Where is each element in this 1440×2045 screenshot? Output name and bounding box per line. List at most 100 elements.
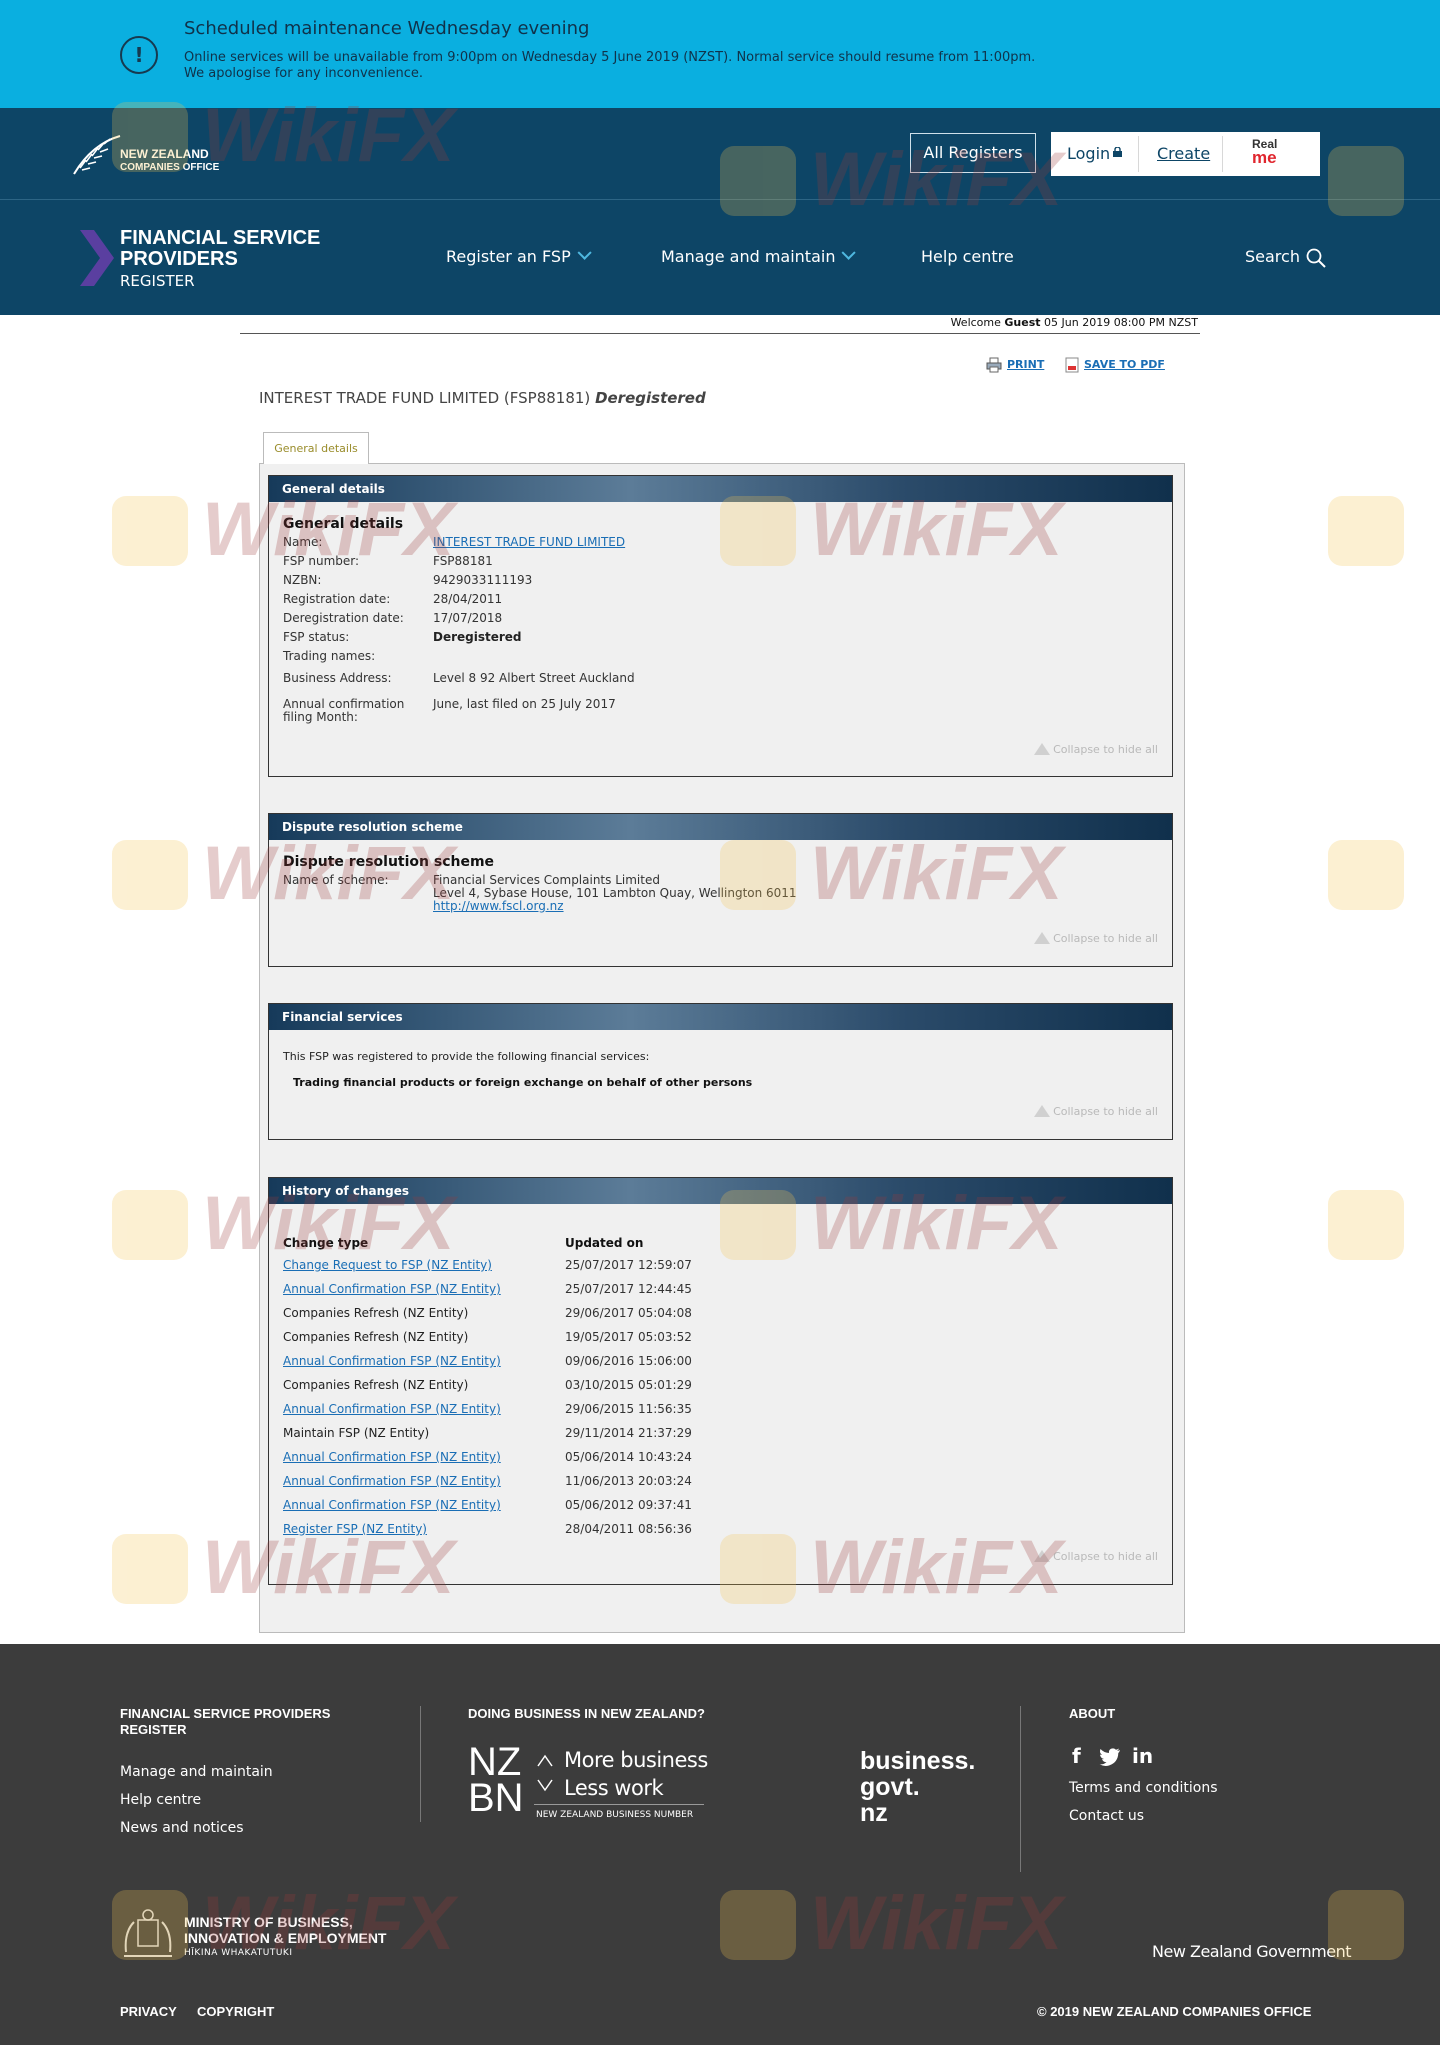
change-type-link[interactable]: Annual Confirmation FSP (NZ Entity): [283, 1450, 501, 1464]
change-type-link[interactable]: Change Request to FSP (NZ Entity): [283, 1258, 492, 1272]
footer-link-terms[interactable]: Terms and conditions: [1069, 1780, 1218, 1796]
nzbn-mark: NZ BN: [468, 1740, 524, 1820]
create-link[interactable]: Create: [1157, 144, 1210, 163]
updated-on-value: 29/06/2015 11:56:35: [565, 1402, 692, 1416]
collapse-button[interactable]: Collapse to hide all: [1034, 932, 1158, 945]
scheme-address: Level 4, Sybase House, 101 Lambton Quay,…: [433, 886, 797, 900]
triangle-up-icon: [1034, 743, 1051, 755]
nav-manage-maintain[interactable]: Manage and maintain: [661, 245, 857, 266]
footer-link-news[interactable]: News and notices: [120, 1820, 244, 1836]
field-row-annual-confirmation: Annual confirmation filing Month: June, l…: [269, 698, 1172, 728]
change-type-link[interactable]: Annual Confirmation FSP (NZ Entity): [283, 1282, 501, 1296]
field-value: Deregistered: [433, 630, 522, 644]
updated-on-value: 25/07/2017 12:44:45: [565, 1282, 692, 1296]
change-type-link[interactable]: Annual Confirmation FSP (NZ Entity): [283, 1354, 501, 1368]
twitter-icon[interactable]: [1099, 1748, 1121, 1766]
printer-icon[interactable]: [986, 357, 1002, 373]
entity-name-link[interactable]: INTEREST TRADE FUND LIMITED: [433, 536, 625, 549]
nzbn-caption: NEW ZEALAND BUSINESS NUMBER: [536, 1810, 694, 1820]
field-label: NZBN:: [283, 573, 322, 587]
collapse-label: Collapse to hide all: [1053, 1550, 1158, 1563]
history-row: Annual Confirmation FSP (NZ Entity) 05/06…: [283, 1498, 783, 1522]
label-line1: Annual confirmation: [283, 697, 405, 711]
financial-services-section: Financial services This FSP was register…: [268, 1003, 1173, 1140]
banner-title: Scheduled maintenance Wednesday evening: [184, 18, 590, 39]
business-govt-nz-logo[interactable]: business. govt. nz: [860, 1748, 975, 1826]
divider: [1138, 136, 1139, 172]
section-header: Dispute resolution scheme: [269, 814, 1172, 840]
services-intro: This FSP was registered to provide the f…: [283, 1050, 650, 1063]
bgn-line3: nz: [860, 1799, 888, 1827]
change-type-text: Companies Refresh (NZ Entity): [283, 1330, 469, 1344]
welcome-bar: Welcome Guest 05 Jun 2019 08:00 PM NZST: [240, 316, 1200, 334]
linkedin-icon[interactable]: in: [1132, 1744, 1153, 1768]
field-label: Business Address:: [283, 671, 392, 685]
fern-logo-icon[interactable]: [72, 134, 122, 178]
nzbn-logo[interactable]: NZ BN More business Less work NEW ZEALAND…: [468, 1742, 708, 1828]
privacy-link[interactable]: PRIVACY: [120, 2004, 177, 2019]
coat-of-arms-icon: [124, 1909, 172, 1957]
bgn-line2: govt.: [860, 1773, 920, 1801]
field-label: Deregistration date:: [283, 611, 404, 625]
print-link[interactable]: PRINT: [1007, 358, 1044, 371]
copyright-link[interactable]: COPYRIGHT: [197, 2004, 274, 2019]
collapse-button[interactable]: Collapse to hide all: [1034, 1105, 1158, 1118]
login-link[interactable]: Login: [1067, 144, 1110, 163]
change-type-link[interactable]: Annual Confirmation FSP (NZ Entity): [283, 1498, 501, 1512]
section-header: Financial services: [269, 1004, 1172, 1030]
footer-business-title: DOING BUSINESS IN NEW ZEALAND?: [468, 1706, 705, 1721]
updated-on-value: 11/06/2013 20:03:24: [565, 1474, 692, 1488]
history-row: Register FSP (NZ Entity) 28/04/2011 08:56…: [283, 1522, 783, 1546]
scheme-website-link[interactable]: http://www.fscl.org.nz: [433, 899, 564, 913]
change-type-link[interactable]: Annual Confirmation FSP (NZ Entity): [283, 1474, 501, 1488]
history-row: Companies Refresh (NZ Entity) 03/10/2015 …: [283, 1378, 783, 1402]
watermark-logo-icon: [1328, 1190, 1404, 1260]
field-label: Trading names:: [283, 649, 376, 663]
nz-government-logo[interactable]: New Zealand Government: [1152, 1942, 1352, 1961]
banner-message: Online services will be unavailable from…: [184, 50, 1036, 65]
companies-office-logo[interactable]: NEW ZEALAND COMPANIES OFFICE: [120, 148, 219, 174]
change-type-link[interactable]: Annual Confirmation FSP (NZ Entity): [283, 1402, 501, 1416]
mbie-logo[interactable]: MINISTRY OF BUSINESS, INNOVATION & EMPLO…: [184, 1914, 386, 1946]
nav-search[interactable]: Search: [1245, 247, 1300, 266]
copyright-notice: © 2019 NEW ZEALAND COMPANIES OFFICE: [1037, 2004, 1312, 2019]
tab-general-details[interactable]: General details: [263, 432, 369, 464]
section-subheader: Dispute resolution scheme: [283, 854, 495, 870]
triangle-up-icon: [1034, 1105, 1051, 1117]
site-title-line1: FINANCIAL SERVICE: [120, 227, 321, 249]
nav-register-fsp[interactable]: Register an FSP: [446, 245, 592, 266]
collapse-button[interactable]: Collapse to hide all: [1034, 1550, 1158, 1563]
section-header: History of changes: [269, 1178, 1172, 1204]
collapse-label: Collapse to hide all: [1053, 1105, 1158, 1118]
history-row: Maintain FSP (NZ Entity) 29/11/2014 21:37…: [283, 1426, 783, 1450]
search-icon[interactable]: [1306, 248, 1326, 268]
realme-logo-icon[interactable]: Real me: [1252, 138, 1292, 170]
collapse-label: Collapse to hide all: [1053, 932, 1158, 945]
facebook-icon[interactable]: f: [1072, 1744, 1081, 1768]
field-label: Name of scheme:: [283, 873, 389, 887]
scheme-details: Financial Services Complaints Limited Le…: [433, 874, 797, 913]
save-to-pdf-link[interactable]: SAVE TO PDF: [1084, 358, 1165, 371]
column-header-change-type: Change type: [283, 1236, 369, 1250]
chevron-down-icon: [841, 245, 857, 260]
change-type-link[interactable]: Register FSP (NZ Entity): [283, 1522, 427, 1536]
all-registers-button[interactable]: All Registers: [910, 133, 1036, 173]
page-title: INTEREST TRADE FUND LIMITED (FSP88181) D…: [259, 389, 706, 407]
history-row: Annual Confirmation FSP (NZ Entity) 05/06…: [283, 1450, 783, 1474]
entity-name: INTEREST TRADE FUND LIMITED (FSP88181): [259, 389, 591, 407]
watermark: [1328, 830, 1440, 930]
chevron-logo-icon: [80, 230, 114, 286]
bgn-line1: business.: [860, 1747, 976, 1775]
footer-link-contact[interactable]: Contact us: [1069, 1808, 1144, 1824]
field-row-registration-date: Registration date: 28/04/2011: [269, 593, 1172, 612]
watermark: [1328, 486, 1440, 586]
site-title[interactable]: FINANCIAL SERVICE PROVIDERS: [120, 228, 320, 270]
nav-help-centre[interactable]: Help centre: [921, 247, 1014, 266]
footer-link-manage[interactable]: Manage and maintain: [120, 1764, 273, 1780]
collapse-button[interactable]: Collapse to hide all: [1034, 743, 1158, 756]
history-row: Companies Refresh (NZ Entity) 29/06/2017 …: [283, 1306, 783, 1330]
chevron-down-icon: [577, 245, 592, 260]
pdf-icon[interactable]: [1064, 357, 1080, 373]
footer-link-help[interactable]: Help centre: [120, 1792, 201, 1808]
footer-divider: [420, 1706, 421, 1822]
